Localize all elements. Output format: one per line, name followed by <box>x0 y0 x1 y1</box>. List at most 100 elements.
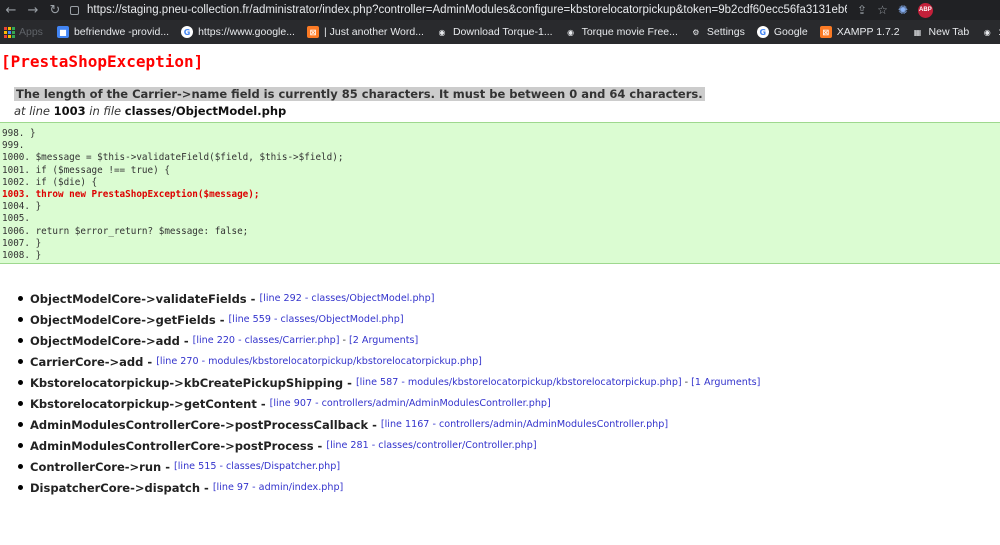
bullet-icon <box>18 296 23 301</box>
code-line-highlighted: 1003. throw new PrestaShopException($mes… <box>2 189 260 201</box>
exception-location: at line 1003 in file classes/ObjectModel… <box>14 104 705 118</box>
bookmark-item[interactable]: ■ befriendwe -provid... <box>56 26 169 38</box>
exception-line: 1003 <box>53 104 86 118</box>
trace-arguments-link[interactable]: [1 Arguments] <box>691 377 760 388</box>
bookmark-item[interactable]: ◉::Welcome::Silb <box>981 26 1000 38</box>
trace-function: Kbstorelocatorpickup->kbCreatePickupShip… <box>30 375 344 390</box>
bullet-icon <box>18 359 23 364</box>
bookmark-item[interactable]: ⊠ XAMPP 1.7.2 <box>819 26 900 38</box>
browser-toolbar: ← → ↻ https://staging.pneu-collection.fr… <box>0 0 1000 20</box>
trace-location-link[interactable]: [line 270 - modules/kbstorelocatorpickup… <box>156 356 482 367</box>
at-line-label: at line <box>14 104 50 118</box>
trace-location-link[interactable]: [line 97 - admin/index.php] <box>213 482 343 493</box>
trace-location-link[interactable]: [line 292 - classes/ObjectModel.php] <box>259 293 434 304</box>
code-line: 1000. $message = $this->validateField($f… <box>2 152 344 164</box>
trace-function: Kbstorelocatorpickup->getContent <box>30 396 257 411</box>
trace-function: ObjectModelCore->validateFields <box>30 291 247 306</box>
trace-function: ControllerCore->run <box>30 459 162 474</box>
trace-arguments-link[interactable]: [2 Arguments] <box>349 335 418 346</box>
apps-label[interactable]: Apps <box>19 26 43 38</box>
trace-location-link[interactable]: [line 559 - classes/ObjectModel.php] <box>229 314 404 325</box>
new-tab-icon: ▦ <box>913 27 922 37</box>
exception-message: The length of the Carrier->name field is… <box>14 87 705 101</box>
bullet-icon <box>18 443 23 448</box>
xampp-icon: ⊠ <box>819 26 832 38</box>
trace-location-link[interactable]: [line 907 - controllers/admin/AdminModul… <box>270 398 551 409</box>
globe-icon: ◉ <box>438 27 446 37</box>
trace-function: AdminModulesControllerCore->postProcess <box>30 438 314 453</box>
bullet-icon <box>18 485 23 490</box>
trace-item: DispatcherCore->dispatch - [line 97 - admi… <box>18 477 760 498</box>
lock-icon[interactable] <box>70 5 79 15</box>
trace-location-link[interactable]: [line 281 - classes/controller/Controlle… <box>326 440 536 451</box>
google-icon: G <box>756 26 769 38</box>
extension-icon[interactable]: ✺ <box>898 3 908 17</box>
bookmark-item[interactable]: ◉ Download Torque-1... <box>436 26 553 38</box>
bookmark-item[interactable]: G Google <box>756 26 808 38</box>
trace-separator: - <box>219 312 225 327</box>
bullet-icon <box>18 401 23 406</box>
forward-icon[interactable]: → <box>22 3 44 18</box>
trace-separator: - <box>317 438 323 453</box>
trace-location-link[interactable]: [line 1167 - controllers/admin/AdminModu… <box>381 419 668 430</box>
bullet-icon <box>18 422 23 427</box>
trace-item: ObjectModelCore->getFields - [line 559 - c… <box>18 309 760 330</box>
code-excerpt: 998. } 999. 1000. $message = $this->valida… <box>0 122 1000 264</box>
bookmark-item[interactable]: ⊠ | Just another Word... <box>306 26 424 38</box>
code-line: 1001. if ($message !== true) { <box>2 164 170 176</box>
code-line: 999. <box>2 140 25 152</box>
trace-location-link[interactable]: [line 515 - classes/Dispatcher.php] <box>174 461 340 472</box>
exception-message-box: The length of the Carrier->name field is… <box>14 85 705 118</box>
trace-separator: - <box>165 459 170 474</box>
trace-item: ObjectModelCore->validateFields - [line 29… <box>18 288 760 309</box>
bookmark-item[interactable]: ▦ New Tab <box>912 26 970 38</box>
google-icon: G <box>181 26 194 38</box>
trace-item: Kbstorelocatorpickup->kbCreatePickupShip… <box>18 372 760 393</box>
bullet-icon <box>18 380 23 385</box>
trace-args-separator: - <box>342 335 346 346</box>
trace-separator: - <box>260 396 266 411</box>
in-file-label: in file <box>89 104 122 118</box>
stack-trace: ObjectModelCore->validateFields - [line 29… <box>18 288 760 498</box>
extension-icon: ■ <box>56 26 69 38</box>
trace-item: AdminModulesControllerCore->postProcessC… <box>18 414 760 435</box>
trace-separator: - <box>147 354 153 369</box>
trace-function: AdminModulesControllerCore->postProcessC… <box>30 417 369 432</box>
globe-icon: ◉ <box>567 27 575 37</box>
trace-location-link[interactable]: [line 587 - modules/kbstorelocatorpickup… <box>356 377 682 388</box>
bookmark-item[interactable]: ◉ Torque movie Free... <box>565 26 678 38</box>
share-icon[interactable]: ⇪ <box>857 3 867 17</box>
trace-separator: - <box>372 417 377 432</box>
bookmark-item[interactable]: Ghttps://www.google... <box>181 26 295 38</box>
trace-separator: - <box>347 375 352 390</box>
bookmark-item[interactable]: ⚙ Settings <box>690 26 745 38</box>
trace-function: CarrierCore->add <box>30 354 144 369</box>
reload-icon[interactable]: ↻ <box>44 3 66 18</box>
star-icon[interactable]: ☆ <box>877 3 888 17</box>
bookmark-label: Download Torque-1... <box>452 26 553 38</box>
back-icon[interactable]: ← <box>0 3 22 18</box>
trace-item: Kbstorelocatorpickup->getContent - [line 9… <box>18 393 760 414</box>
trace-location-link[interactable]: [line 220 - classes/Carrier.php] <box>193 335 340 346</box>
bookmarks-bar: Apps ■ befriendwe -provid... Ghttps://www.… <box>0 20 1000 44</box>
trace-item: ObjectModelCore->add - [line 220 - classes… <box>18 330 760 351</box>
adblock-icon[interactable]: ABP <box>917 2 933 18</box>
trace-item: ControllerCore->run - [line 515 - classes/… <box>18 456 760 477</box>
trace-function: ObjectModelCore->add <box>30 333 180 348</box>
bookmark-label: | Just another Word... <box>323 26 424 38</box>
apps-icon[interactable] <box>4 26 15 38</box>
gear-icon: ⚙ <box>692 27 700 37</box>
bookmark-label: XAMPP 1.7.2 <box>836 26 900 38</box>
trace-item: CarrierCore->add - [line 270 - modules/kbs… <box>18 351 760 372</box>
code-line: 1008. } <box>2 250 42 262</box>
globe-icon: ◉ <box>983 27 991 37</box>
code-line: 1002. if ($die) { <box>2 176 98 188</box>
bullet-icon <box>18 317 23 322</box>
trace-separator: - <box>183 333 189 348</box>
address-bar-url[interactable]: https://staging.pneu-collection.fr/admin… <box>87 4 847 16</box>
trace-function: DispatcherCore->dispatch <box>30 480 201 495</box>
trace-item: AdminModulesControllerCore->postProcess -… <box>18 435 760 456</box>
bookmark-label: New Tab <box>928 26 970 38</box>
code-line: 1005. <box>2 213 30 225</box>
code-line: 1006. return $error_return? $message: fa… <box>2 225 249 237</box>
